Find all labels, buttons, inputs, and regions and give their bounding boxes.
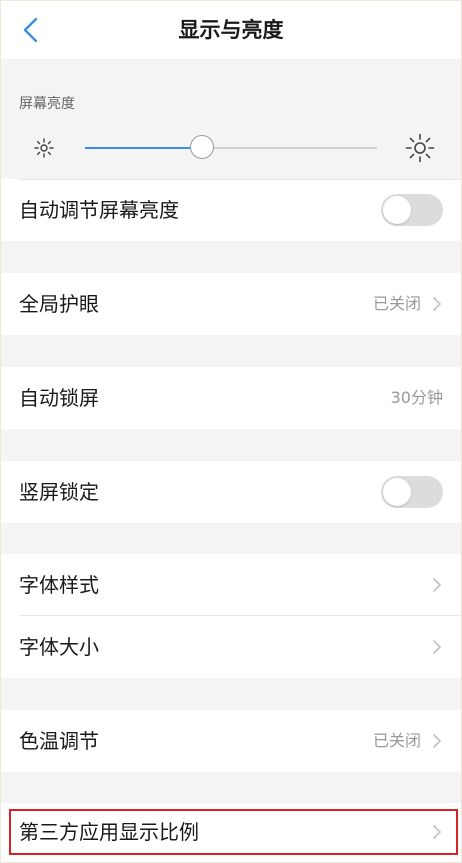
chevron-right-icon: [433, 578, 441, 592]
row-value: 已关闭: [372, 294, 421, 313]
row-value: 30分钟: [390, 388, 443, 407]
top-bar: 显示与亮度: [1, 1, 461, 59]
row-label: 自动调节屏幕亮度: [19, 198, 179, 222]
settings-screen: 显示与亮度 屏幕亮度 自动调节屏幕亮度 全局护眼 已关闭 自动锁屏 30分钟 竖…: [0, 0, 462, 863]
row-label: 全局护眼: [19, 292, 99, 316]
row-label: 自动锁屏: [19, 386, 99, 410]
row-portrait-lock[interactable]: 竖屏锁定: [1, 461, 461, 523]
chevron-right-icon: [433, 640, 441, 654]
chevron-right-icon: [433, 734, 441, 748]
row-label: 字体大小: [19, 635, 99, 659]
auto-brightness-toggle[interactable]: [381, 194, 443, 226]
chevron-right-icon: [433, 297, 441, 311]
toggle-knob: [383, 478, 411, 506]
row-auto-brightness[interactable]: 自动调节屏幕亮度: [1, 179, 461, 241]
row-font-size[interactable]: 字体大小: [1, 616, 461, 678]
sun-large-icon: [405, 133, 435, 163]
chevron-right-icon: [433, 825, 441, 839]
section-label-brightness: 屏幕亮度: [19, 96, 75, 112]
brightness-row: [1, 121, 461, 177]
page-title: 显示与亮度: [178, 18, 284, 42]
row-value: 已关闭: [372, 731, 421, 750]
row-eye-protection[interactable]: 全局护眼 已关闭: [1, 273, 461, 335]
portrait-lock-toggle[interactable]: [381, 476, 443, 508]
toggle-knob: [383, 196, 411, 224]
brightness-slider[interactable]: [85, 135, 377, 161]
row-label: 竖屏锁定: [19, 480, 99, 504]
row-color-temp[interactable]: 色温调节 已关闭: [1, 710, 461, 772]
sun-small-icon: [34, 138, 54, 158]
row-label: 色温调节: [19, 729, 99, 753]
row-font-style[interactable]: 字体样式: [1, 554, 461, 616]
row-label: 字体样式: [19, 573, 99, 597]
row-third-party-ratio[interactable]: 第三方应用显示比例: [1, 801, 461, 862]
row-auto-lock[interactable]: 自动锁屏 30分钟: [1, 367, 461, 429]
slider-thumb[interactable]: [189, 135, 214, 159]
slider-fill: [85, 147, 202, 149]
row-label: 第三方应用显示比例: [19, 820, 199, 844]
